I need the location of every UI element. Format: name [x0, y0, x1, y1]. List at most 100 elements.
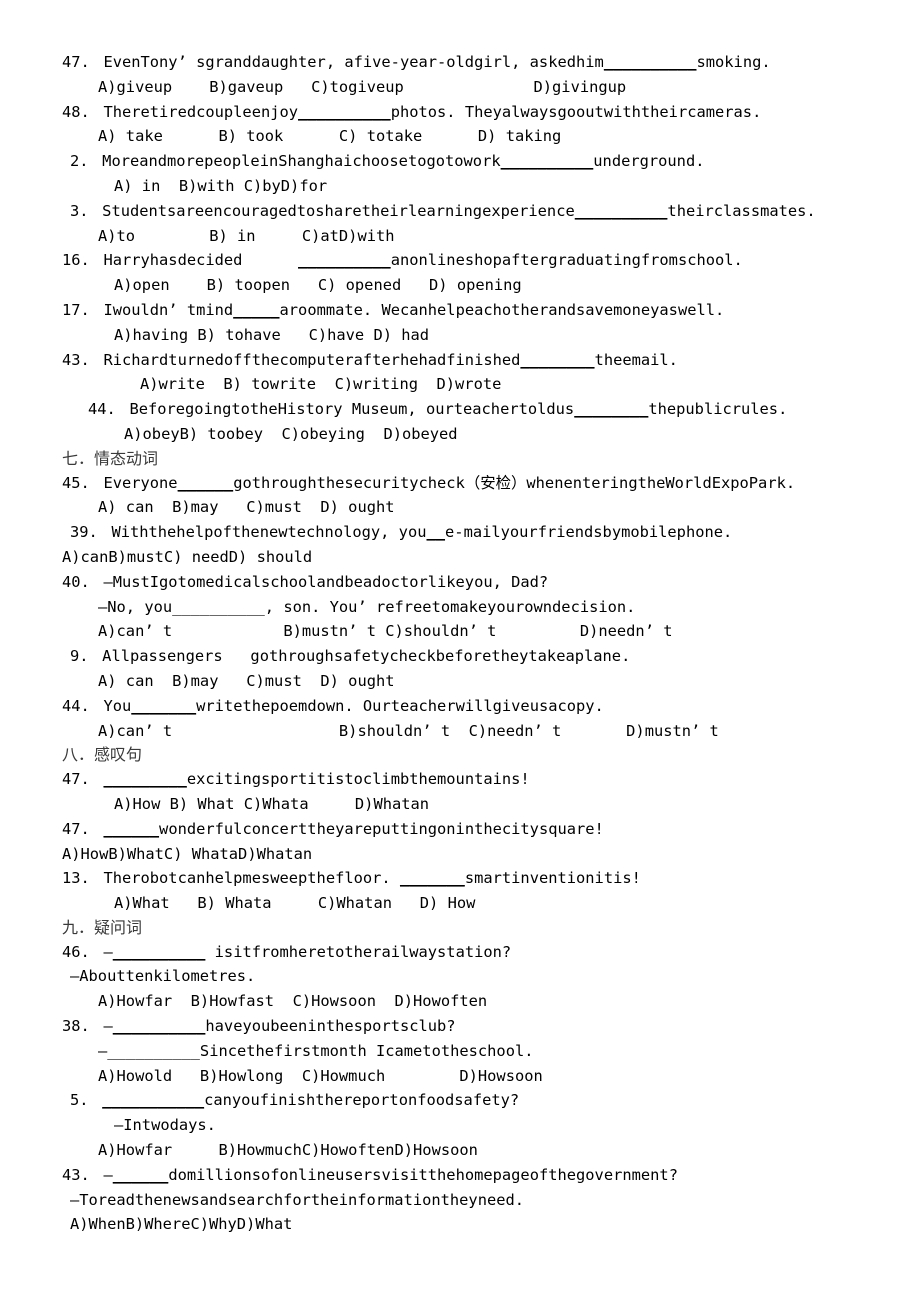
question-stem: 5. ___________canyoufinishthereportonfoo…	[62, 1088, 865, 1113]
answer-blank[interactable]: _______	[131, 697, 196, 715]
question-number: 43.	[62, 350, 100, 369]
section-heading-label: 九．疑问词	[62, 917, 143, 937]
question-options[interactable]: A) can B)may C)must D) ought	[62, 495, 865, 520]
answer-blank[interactable]: __________	[113, 1017, 206, 1035]
answer-blank[interactable]: _____	[233, 301, 279, 319]
question-options-text[interactable]: A)canB)mustC) needD) should	[62, 548, 312, 566]
question-stem-tail: photos. Theyalwaysgooutwiththeircameras.	[390, 102, 762, 121]
answer-blank[interactable]: __________	[604, 53, 697, 71]
question-options[interactable]: A) can B)may C)must D) ought	[62, 669, 865, 694]
question-options[interactable]: A)giveup B)gaveup C)togiveup D)givingup	[62, 75, 865, 100]
question-number: 44.	[62, 696, 100, 715]
question-options[interactable]: A)Howfar B)HowmuchC)HowoftenD)Howsoon	[62, 1138, 865, 1163]
question-options[interactable]: A) in B)with C)byD)for	[62, 174, 865, 199]
section-heading: 七．情态动词	[62, 447, 865, 471]
question-options-text[interactable]: A)to B) in C)atD)with	[98, 227, 395, 245]
question-number: 48.	[62, 102, 100, 121]
question-options[interactable]: A)open B) toopen C) opened D) opening	[62, 273, 865, 298]
answer-blank[interactable]: ______	[113, 1166, 169, 1184]
question-options[interactable]: A)can’ t B)mustn’ t C)shouldn’ t D)needn…	[62, 619, 865, 644]
question-options-text[interactable]: A)Howfar B)HowmuchC)HowoftenD)Howsoon	[98, 1141, 478, 1159]
question-continuation-text: —Intwodays.	[114, 1116, 216, 1135]
section-heading: 八．感叹句	[62, 743, 865, 767]
question-options[interactable]: A)How B) What C)Whata D)Whatan	[62, 792, 865, 817]
document-body: 47. EvenTony’ sgranddaughter, afive-year…	[62, 50, 865, 1237]
question-options[interactable]: A)to B) in C)atD)with	[62, 224, 865, 249]
question-options[interactable]: A)obeyB) toobey C)obeying D)obeyed	[62, 422, 865, 447]
answer-blank[interactable]: __________	[501, 152, 594, 170]
question-stem-text: Studentsareencouragedtosharetheirlearnin…	[102, 201, 575, 220]
answer-blank[interactable]: ___________	[102, 1091, 204, 1109]
question-stem-text: Richardturnedoffthecomputerafterhehadfin…	[103, 350, 521, 369]
answer-blank[interactable]: __________	[113, 943, 206, 961]
question-options-text[interactable]: A)WhenB)WhereC)WhyD)What	[70, 1215, 292, 1233]
section-heading-label: 七．情态动词	[62, 448, 159, 468]
question-options[interactable]: A) take B) took C) totake D) taking	[62, 124, 865, 149]
question-stem: 16. Harryhasdecided __________anonlinesh…	[62, 248, 865, 273]
question-options[interactable]: A)canB)mustC) needD) should	[62, 545, 865, 570]
question-options-text[interactable]: A) in B)with C)byD)for	[114, 177, 327, 195]
question-stem-text: MoreandmorepeopleinShanghaichoosetogotow…	[102, 152, 501, 171]
question-stem-tail: canyoufinishthereportonfoodsafety?	[204, 1091, 520, 1110]
question-number: 47.	[62, 770, 100, 789]
question-options-text[interactable]: A)having B) tohave C)have D) had	[114, 326, 429, 344]
question-number: 44.	[88, 400, 126, 419]
question-stem: 43. Richardturnedoffthecomputerafterheha…	[62, 348, 865, 373]
answer-blank[interactable]: __________	[298, 251, 391, 269]
question-stem: 39. Withthehelpofthenewtechnology, you__…	[62, 520, 865, 545]
question-options[interactable]: A)can’ t B)shouldn’ t C)needn’ t D)mustn…	[62, 719, 865, 744]
question-stem-tail: isitfromheretotherailwaystation?	[205, 942, 512, 961]
question-options-text[interactable]: A)Howold B)Howlong C)Howmuch D)Howsoon	[98, 1067, 543, 1085]
question-stem-text: Allpassengers gothroughsafetycheckbefore…	[102, 647, 631, 666]
answer-blank[interactable]: __	[426, 523, 445, 541]
question-options-text[interactable]: A)giveup B)gaveup C)togiveup D)givingup	[98, 78, 626, 96]
question-continuation: —__________Sincethefirstmonth Icametothe…	[62, 1039, 865, 1064]
question-continuation: —No, you__________, son. You’ refreetoma…	[62, 595, 865, 620]
question-stem-tail: wonderfulconcerttheyareputtingoninthecit…	[159, 819, 604, 838]
question-stem: 17. Iwouldn’ tmind_____aroommate. Wecanh…	[62, 298, 865, 323]
answer-blank[interactable]: ________	[574, 400, 648, 418]
question-options-text[interactable]: A)obeyB) toobey C)obeying D)obeyed	[124, 425, 458, 443]
question-stem-text: BeforegoingtotheHistory Museum, ourteach…	[129, 400, 575, 419]
question-options[interactable]: A)Howold B)Howlong C)Howmuch D)Howsoon	[62, 1064, 865, 1089]
question-stem: 43. —______domillionsofonlineusersvisitt…	[62, 1163, 865, 1188]
answer-blank[interactable]: _______	[400, 869, 465, 887]
question-stem: 40. —MustIgotomedicalschoolandbeadoctorl…	[62, 570, 865, 595]
answer-blank[interactable]: _________	[103, 770, 186, 788]
question-stem-tail: theemail.	[594, 350, 678, 369]
question-options-text[interactable]: A) can B)may C)must D) ought	[98, 498, 395, 516]
question-stem-tail: e-mailyourfriendsbymobilephone.	[445, 523, 733, 542]
question-options-text[interactable]: A) can B)may C)must D) ought	[98, 672, 395, 690]
question-options-text[interactable]: A)HowB)WhatC) WhataD)Whatan	[62, 845, 312, 863]
question-number: 17.	[62, 300, 100, 319]
question-stem-text: Iwouldn’ tmind	[103, 300, 234, 319]
question-options[interactable]: A)Howfar B)Howfast C)Howsoon D)Howoften	[62, 989, 865, 1014]
question-options-text[interactable]: A)What B) Whata C)Whatan D) How	[114, 894, 475, 912]
answer-blank[interactable]: ______	[178, 474, 234, 492]
question-stem-text: Everyone	[103, 473, 178, 492]
question-options-text[interactable]: A)write B) towrite C)writing D)wrote	[140, 375, 501, 393]
question-stem-tail: aroommate. Wecanhelpeachotherandsavemone…	[279, 300, 725, 319]
answer-blank[interactable]: __________	[575, 202, 668, 220]
question-stem-text: Theretiredcoupleenjoy	[103, 102, 299, 121]
answer-blank[interactable]: ______	[103, 820, 159, 838]
question-number: 40.	[62, 572, 100, 591]
question-options-text[interactable]: A)How B) What C)Whata D)Whatan	[114, 795, 429, 813]
question-options-text[interactable]: A)Howfar B)Howfast C)Howsoon D)Howoften	[98, 992, 487, 1010]
question-options[interactable]: A)WhenB)WhereC)WhyD)What	[62, 1212, 865, 1237]
question-options-text[interactable]: A) take B) took C) totake D) taking	[98, 127, 561, 145]
question-stem-tail: domillionsofonlineusersvisitthehomepageo…	[168, 1165, 678, 1184]
question-options[interactable]: A)What B) Whata C)Whatan D) How	[62, 891, 865, 916]
answer-blank[interactable]: __________	[298, 103, 391, 121]
question-options-text[interactable]: A)can’ t B)mustn’ t C)shouldn’ t D)needn…	[98, 622, 673, 640]
question-options-text[interactable]: A)open B) toopen C) opened D) opening	[114, 276, 522, 294]
question-options[interactable]: A)having B) tohave C)have D) had	[62, 323, 865, 348]
question-stem: 38. —__________haveyoubeeninthesportsclu…	[62, 1014, 865, 1039]
question-number: 9.	[70, 647, 98, 666]
question-options[interactable]: A)HowB)WhatC) WhataD)Whatan	[62, 842, 865, 867]
question-options-text[interactable]: A)can’ t B)shouldn’ t C)needn’ t D)mustn…	[98, 722, 719, 740]
question-options[interactable]: A)write B) towrite C)writing D)wrote	[62, 372, 865, 397]
question-stem-tail: underground.	[593, 152, 705, 171]
question-stem-tail: smartinventionitis!	[464, 869, 641, 888]
answer-blank[interactable]: ________	[520, 351, 594, 369]
